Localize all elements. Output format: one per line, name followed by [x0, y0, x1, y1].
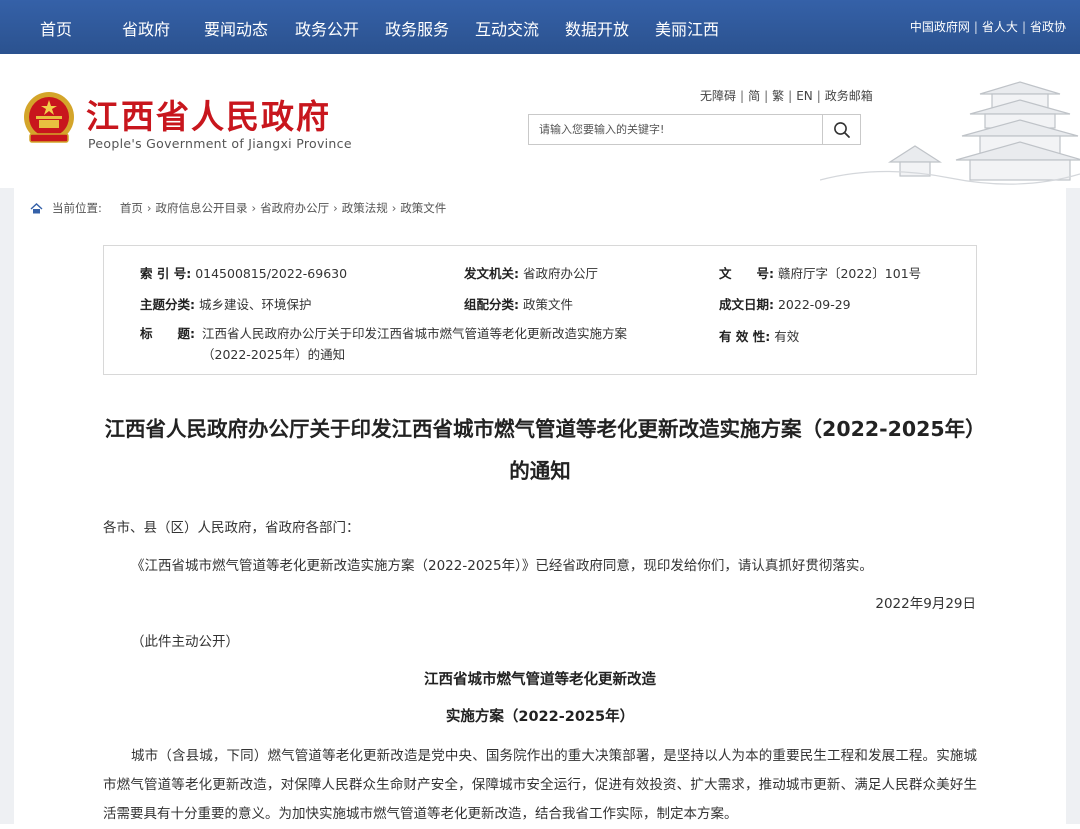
link-english[interactable]: EN — [796, 89, 813, 103]
link-provincial-congress[interactable]: 省人大 — [982, 20, 1018, 34]
nav-item-provincial-government[interactable]: 省政府 — [122, 16, 170, 40]
pavilion-illustration-icon — [820, 81, 1080, 185]
home-icon — [30, 202, 43, 213]
divider: | — [764, 89, 769, 103]
breadcrumb: 当前位置: 首页 › 政府信息公开目录 › 省政府办公厅 › 政策法规 › 政策… — [30, 200, 446, 216]
issue-date: 2022年9月29日 — [875, 596, 976, 612]
link-simplified[interactable]: 简 — [748, 89, 760, 103]
plan-title-line-1: 江西省城市燃气管道等老化更新改造 — [424, 672, 656, 688]
breadcrumb-disclosure-catalog[interactable]: 政府信息公开目录 — [155, 200, 247, 216]
meta-issuer: 发文机关: 省政府办公厅 — [464, 263, 598, 282]
chevron-right-icon: › — [333, 201, 338, 215]
meta-index: 索 引 号: 014500815/2022-69630 — [140, 263, 347, 282]
divider: | — [1021, 20, 1026, 34]
notice-paragraph: 《江西省城市燃气管道等老化更新改造实施方案（2022-2025年）》已经省政府同… — [131, 558, 873, 574]
search-box — [528, 114, 861, 145]
plan-title-line-2: 实施方案（2022-2025年） — [445, 709, 635, 725]
meta-date-label: 成文日期: — [719, 297, 774, 312]
meta-topic-label: 主题分类: — [140, 297, 195, 312]
breadcrumb-home[interactable]: 首页 — [120, 200, 143, 216]
link-traditional[interactable]: 繁 — [772, 89, 784, 103]
meta-validity-value: 有效 — [774, 329, 800, 344]
divider: | — [788, 89, 793, 103]
meta-index-label: 索 引 号: — [140, 266, 192, 281]
nav-item-open-data[interactable]: 数据开放 — [565, 16, 629, 40]
meta-docno-value: 赣府厅字〔2022〕101号 — [777, 266, 922, 281]
meta-issuer-label: 发文机关: — [464, 266, 519, 281]
meta-docno: 文 号: 赣府厅字〔2022〕101号 — [719, 263, 921, 282]
external-links: 中国政府网 | 省人大 | 省政协 — [910, 18, 1066, 35]
breadcrumb-general-office[interactable]: 省政府办公厅 — [260, 200, 329, 216]
chevron-right-icon: › — [391, 201, 397, 215]
breadcrumb-label: 当前位置: — [52, 201, 102, 215]
meta-topic-value: 城乡建设、环境保护 — [198, 297, 312, 312]
meta-category-label: 组配分类: — [464, 297, 519, 312]
breadcrumb-policies[interactable]: 政策法规 — [342, 200, 388, 216]
site-subtitle: People's Government of Jiangxi Province — [88, 136, 352, 151]
meta-title-value: 江西省人民政府办公厅关于印发江西省城市燃气管道等老化更新改造实施方案（2022-… — [202, 326, 628, 362]
chevron-right-icon: › — [251, 201, 257, 215]
meta-title-label: 标 题: — [140, 326, 195, 341]
meta-category: 组配分类: 政策文件 — [464, 294, 573, 313]
plan-body-paragraph: 城市（含县城，下同）燃气管道等老化更新改造是党中央、国务院作出的重大决策部署，是… — [103, 748, 977, 822]
salutation: 各市、县（区）人民政府，省政府各部门： — [103, 520, 360, 536]
meta-issuer-value: 省政府办公厅 — [522, 266, 598, 281]
divider: | — [973, 20, 978, 34]
meta-title-label-cell: 标 题: — [140, 323, 195, 342]
nav-item-government-services[interactable]: 政务服务 — [385, 16, 449, 40]
meta-validity-label: 有 效 性: — [719, 329, 771, 344]
national-emblem-icon — [24, 92, 74, 143]
nav-item-government-affairs-disclosure[interactable]: 政务公开 — [295, 16, 359, 40]
nav-item-beautiful-jiangxi[interactable]: 美丽江西 — [655, 16, 719, 40]
link-provincial-cppcc[interactable]: 省政协 — [1030, 20, 1066, 34]
site-header: 江西省人民政府 People's Government of Jiangxi P… — [0, 54, 1080, 188]
nav-item-interaction[interactable]: 互动交流 — [475, 16, 539, 40]
article-title: 江西省人民政府办公厅关于印发江西省城市燃气管道等老化更新改造实施方案（2022-… — [104, 417, 976, 483]
site-title[interactable]: 江西省人民政府 — [86, 90, 331, 138]
meta-docno-label: 文 号: — [719, 266, 774, 281]
meta-date-value: 2022-09-29 — [777, 297, 851, 312]
meta-topic: 主题分类: 城乡建设、环境保护 — [140, 294, 312, 313]
meta-index-value: 014500815/2022-69630 — [195, 266, 348, 281]
meta-validity: 有 效 性: 有效 — [719, 326, 799, 345]
chevron-right-icon: › — [146, 201, 152, 215]
meta-category-value: 政策文件 — [522, 297, 573, 312]
link-china-gov[interactable]: 中国政府网 — [910, 20, 970, 34]
divider: | — [740, 89, 745, 103]
meta-date: 成文日期: 2022-09-29 — [719, 294, 851, 313]
document-metadata-table: 索 引 号: 014500815/2022-69630 发文机关: 省政府办公厅… — [103, 245, 977, 375]
nav-item-news[interactable]: 要闻动态 — [204, 16, 268, 40]
nav-item-home[interactable]: 首页 — [40, 16, 72, 40]
public-note: （此件主动公开） — [131, 634, 239, 650]
breadcrumb-policy-documents[interactable]: 政策文件 — [400, 200, 446, 216]
top-navigation-bar: 首页 省政府 要闻动态 政务公开 政务服务 互动交流 数据开放 美丽江西 中国政… — [0, 0, 1080, 54]
search-input[interactable] — [529, 115, 823, 144]
link-accessibility[interactable]: 无障碍 — [700, 89, 736, 103]
